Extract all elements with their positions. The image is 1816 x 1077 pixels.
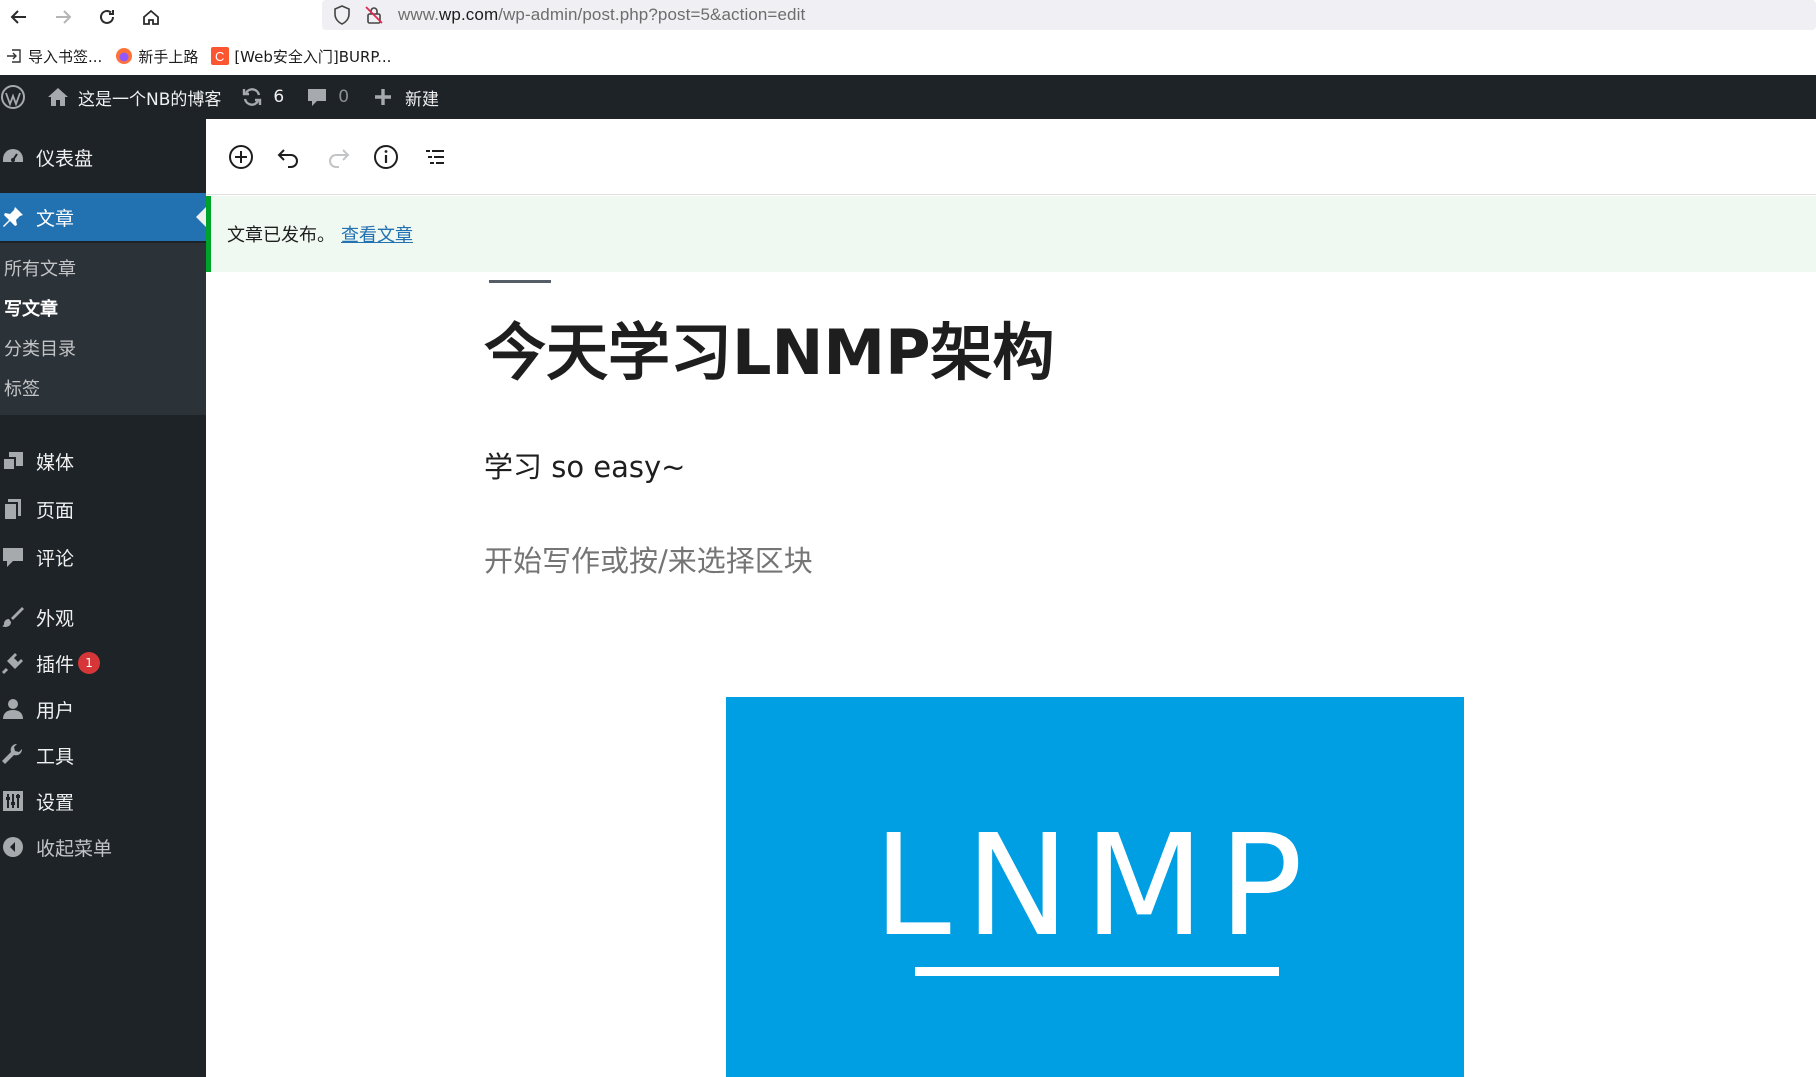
import-icon [4, 46, 24, 66]
new-label: 新建 [405, 89, 440, 110]
bookmarks-bar: 导入书签... 新手上路 C [Web安全入门]BURP... [0, 38, 1816, 74]
comments-count: 0 [338, 87, 350, 107]
menu-label: 插件 [36, 653, 75, 676]
submenu-tags[interactable]: 标签 [4, 375, 40, 401]
menu-label: 外观 [36, 607, 75, 630]
insecure-lock-icon[interactable] [362, 3, 386, 27]
comment-icon [0, 544, 26, 570]
browser-toolbar: www.wp.com/wp-admin/post.php?post=5&acti… [0, 0, 1816, 34]
menu-label: 仪表盘 [36, 147, 94, 170]
menu-label: 收起菜单 [36, 837, 113, 860]
menu-label: 用户 [36, 699, 75, 722]
menu-label: 工具 [36, 745, 75, 768]
title-separator [489, 280, 551, 283]
bookmark-web-security[interactable]: C [Web安全入门]BURP... [210, 46, 391, 67]
dashboard-icon [0, 144, 26, 170]
menu-media[interactable]: 媒体 [0, 439, 206, 483]
shield-icon[interactable] [330, 3, 354, 27]
menu-tools[interactable]: 工具 [0, 733, 206, 777]
submenu-categories[interactable]: 分类目录 [4, 335, 76, 361]
user-icon [0, 696, 26, 722]
bookmark-label: 导入书签... [28, 47, 103, 66]
menu-label: 设置 [36, 791, 75, 814]
submenu-all-posts[interactable]: 所有文章 [4, 255, 76, 281]
empty-block-placeholder[interactable]: 开始写作或按/来选择区块 [484, 538, 813, 580]
posts-submenu: 所有文章 写文章 分类目录 标签 [0, 243, 206, 415]
published-notice: 文章已发布。 查看文章 [206, 196, 1816, 272]
bookmark-import[interactable]: 导入书签... [4, 46, 102, 67]
wp-admin-bar: 这是一个NB的博客 6 0 新建 [0, 75, 1816, 119]
redo-icon[interactable] [320, 139, 356, 175]
menu-settings[interactable]: 设置 [0, 779, 206, 823]
updates-icon [241, 86, 263, 108]
csdn-icon: C [210, 46, 230, 66]
updates-link[interactable]: 6 [241, 75, 284, 119]
current-indicator [196, 207, 206, 227]
update-count-badge: 1 [78, 652, 101, 674]
info-icon[interactable] [368, 139, 404, 175]
collapse-menu-button[interactable]: 收起菜单 [0, 825, 206, 869]
menu-appearance[interactable]: 外观 [0, 595, 206, 639]
editor-toolbar [206, 119, 1816, 195]
address-bar[interactable]: www.wp.com/wp-admin/post.php?post=5&acti… [322, 0, 1816, 30]
back-icon[interactable] [6, 4, 32, 30]
comments-link[interactable]: 0 [306, 75, 349, 119]
menu-label: 媒体 [36, 451, 75, 474]
wordpress-logo-icon[interactable] [0, 75, 30, 119]
home-icon [46, 86, 70, 108]
settings-sliders-icon [0, 788, 26, 814]
post-title[interactable]: 今天学习LNMP架构 [484, 302, 1055, 392]
menu-comments[interactable]: 评论 [0, 535, 206, 579]
url-text: www.wp.com/wp-admin/post.php?post=5&acti… [398, 5, 806, 24]
menu-label: 评论 [36, 547, 75, 570]
menu-plugins[interactable]: 插件 1 [0, 641, 206, 685]
site-name: 这是一个NB的博客 [78, 89, 222, 110]
pages-icon [0, 496, 26, 522]
menu-posts[interactable]: 文章 [0, 193, 206, 241]
list-view-icon[interactable] [417, 139, 453, 175]
site-name-link[interactable]: 这是一个NB的博客 [46, 75, 221, 119]
view-post-link[interactable]: 查看文章 [341, 221, 413, 247]
menu-dashboard[interactable]: 仪表盘 [0, 135, 206, 179]
wrench-icon [0, 742, 26, 768]
pin-icon [0, 204, 26, 230]
bookmark-label: [Web安全入门]BURP... [234, 47, 392, 66]
new-content-link[interactable]: 新建 [373, 75, 439, 119]
media-icon [0, 448, 26, 474]
undo-icon[interactable] [271, 139, 307, 175]
logo-underline [915, 967, 1279, 976]
notice-message: 文章已发布。 [227, 225, 335, 246]
comment-icon [306, 86, 328, 108]
home-icon[interactable] [138, 4, 164, 30]
reload-icon[interactable] [94, 4, 120, 30]
submenu-write-post[interactable]: 写文章 [4, 295, 58, 321]
svg-text:C: C [215, 49, 224, 64]
add-block-icon[interactable] [223, 139, 259, 175]
collapse-arrow-icon [0, 834, 26, 860]
menu-pages[interactable]: 页面 [0, 487, 206, 531]
forward-icon[interactable] [50, 4, 76, 30]
bookmark-getting-started[interactable]: 新手上路 [114, 46, 198, 67]
paragraph-block[interactable]: 学习 so easy~ [484, 444, 685, 486]
admin-sidebar: 仪表盘 文章 所有文章 写文章 分类目录 标签 媒体 页面 评论 外观 插件 1… [0, 119, 206, 1077]
image-block[interactable]: LNMP [726, 697, 1464, 1077]
plugin-icon [0, 650, 26, 676]
menu-label: 文章 [36, 207, 75, 230]
bookmark-label: 新手上路 [138, 47, 199, 66]
updates-count: 6 [273, 87, 285, 107]
appearance-brush-icon [0, 604, 26, 630]
plus-icon [373, 87, 393, 107]
editor-canvas: 今天学习LNMP架构 学习 so easy~ 开始写作或按/来选择区块 LNMP [206, 272, 1816, 1077]
firefox-icon [114, 46, 134, 66]
menu-label: 页面 [36, 499, 75, 522]
lnmp-logo-text: LNMP [873, 805, 1317, 968]
menu-users[interactable]: 用户 [0, 687, 206, 731]
